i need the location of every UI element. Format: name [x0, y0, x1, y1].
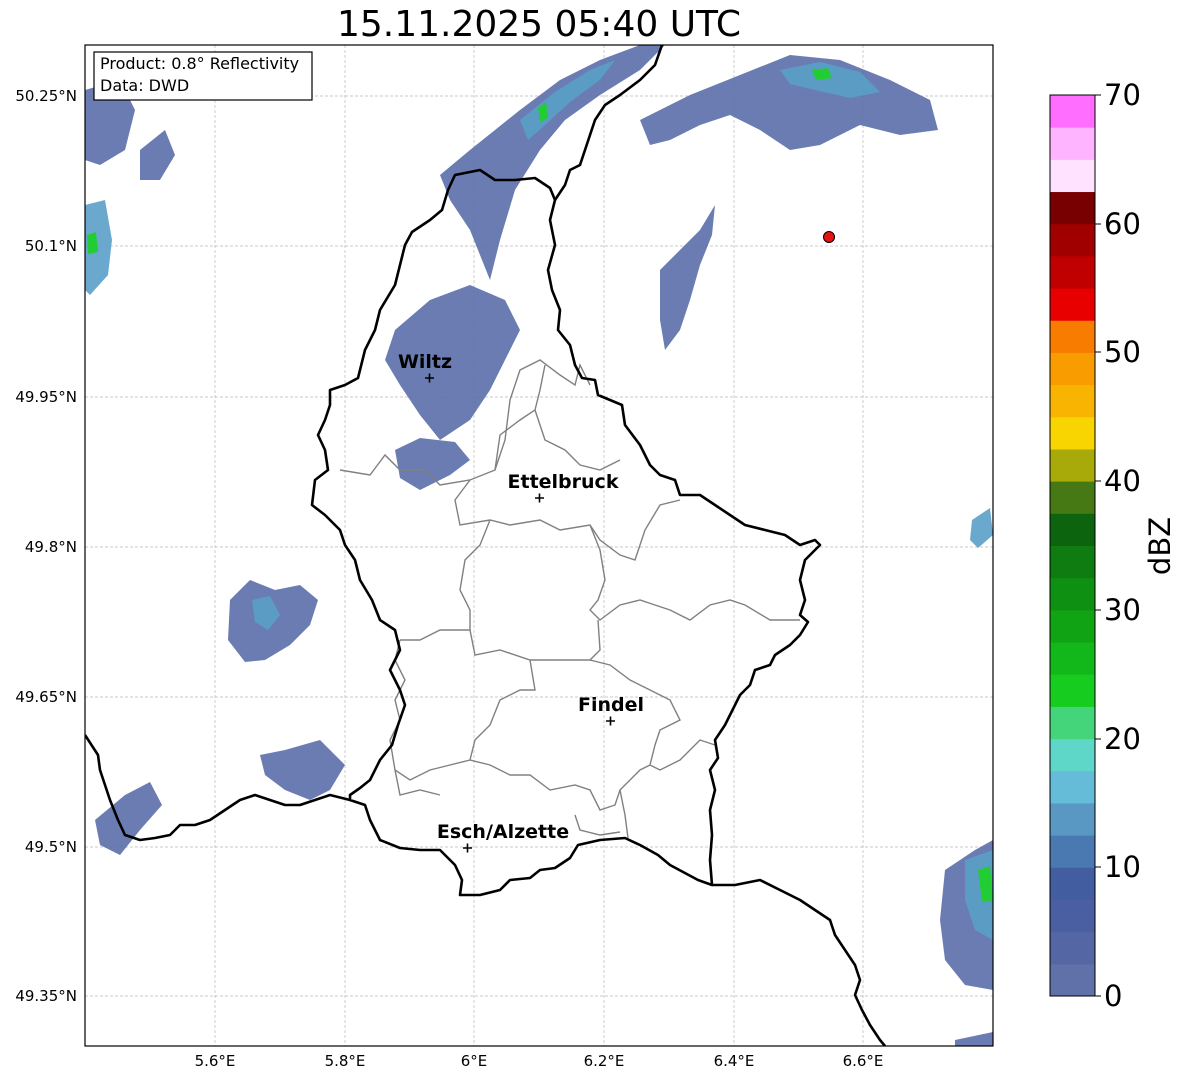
colorbar-tick-label: 20: [1104, 722, 1141, 756]
colorbar-bin: [1050, 738, 1095, 772]
city-label: Ettelbruck: [508, 471, 619, 493]
colorbar-bin: [1050, 448, 1095, 482]
colorbar-bin: [1050, 899, 1095, 933]
colorbar-bin: [1050, 95, 1095, 128]
colorbar-bin: [1050, 127, 1095, 160]
colorbar-bin: [1050, 223, 1095, 257]
colorbar: 0 10 20 30 40 50 60 70 dBZ: [1049, 78, 1177, 1013]
colorbar-bin: [1050, 384, 1095, 418]
colorbar-tick-label: 60: [1104, 207, 1141, 241]
lat-label: 49.35°N: [15, 987, 77, 1005]
colorbar-tick-label: 70: [1104, 78, 1141, 112]
colorbar-tick-labels: 0 10 20 30 40 50 60 70: [1104, 78, 1141, 1013]
colorbar-tick-label: 50: [1104, 335, 1141, 369]
lon-label: 6°E: [461, 1052, 488, 1070]
longitude-labels: 5.6°E 5.8°E 6°E 6.2°E 6.4°E 6.6°E: [195, 1052, 884, 1070]
lat-label: 50.25°N: [15, 87, 77, 105]
lat-label: 49.5°N: [25, 838, 77, 856]
colorbar-bin: [1050, 770, 1095, 804]
city-label: Findel: [578, 694, 644, 716]
info-box: Product: 0.8° Reflectivity Data: DWD: [93, 51, 313, 101]
colorbar-bin: [1050, 191, 1095, 225]
colorbar-bin: [1050, 577, 1095, 611]
colorbar-bins: [1050, 95, 1095, 997]
colorbar-bin: [1050, 674, 1095, 707]
map-frame-background: [85, 45, 993, 1046]
colorbar-bin: [1050, 963, 1095, 997]
colorbar-bin: [1050, 802, 1095, 836]
colorbar-bin: [1050, 320, 1095, 353]
lon-label: 5.6°E: [195, 1052, 236, 1070]
lon-label: 6.4°E: [714, 1052, 755, 1070]
radar-site-marker: [823, 231, 835, 243]
colorbar-ticks: [1095, 94, 1101, 997]
lat-label: 50.1°N: [25, 237, 77, 255]
city-label: Wiltz: [398, 351, 452, 373]
colorbar-bin: [1050, 159, 1095, 193]
radar-map: 50.25°N 50.1°N 49.95°N 49.8°N 49.65°N 49…: [15, 44, 1177, 1070]
colorbar-tick-label: 30: [1104, 593, 1141, 627]
colorbar-bin: [1050, 609, 1095, 643]
colorbar-unit-label: dBZ: [1143, 517, 1177, 575]
lon-label: 6.2°E: [584, 1052, 625, 1070]
colorbar-tick-label: 0: [1104, 979, 1122, 1013]
colorbar-bin: [1050, 706, 1095, 740]
lat-label: 49.65°N: [15, 688, 77, 706]
colorbar-bin: [1050, 288, 1095, 321]
colorbar-bin: [1050, 481, 1095, 514]
colorbar-tick-label: 10: [1104, 850, 1141, 884]
city-label: Esch/Alzette: [437, 821, 569, 843]
lat-label: 49.8°N: [25, 538, 77, 556]
colorbar-bin: [1050, 835, 1095, 868]
colorbar-tick-label: 40: [1104, 464, 1141, 498]
colorbar-bin: [1050, 545, 1095, 579]
colorbar-bin: [1050, 416, 1095, 450]
colorbar-bin: [1050, 352, 1095, 386]
lon-label: 6.6°E: [843, 1052, 884, 1070]
colorbar-bin: [1050, 931, 1095, 965]
colorbar-bin: [1050, 513, 1095, 546]
latitude-labels: 50.25°N 50.1°N 49.95°N 49.8°N 49.65°N 49…: [15, 87, 77, 1005]
colorbar-bin: [1050, 867, 1095, 900]
colorbar-bin: [1050, 642, 1095, 675]
info-source: Data: DWD: [100, 76, 189, 95]
lat-label: 49.95°N: [15, 388, 77, 406]
colorbar-bin: [1050, 255, 1095, 289]
lon-label: 5.8°E: [325, 1052, 366, 1070]
info-product: Product: 0.8° Reflectivity: [100, 54, 299, 73]
